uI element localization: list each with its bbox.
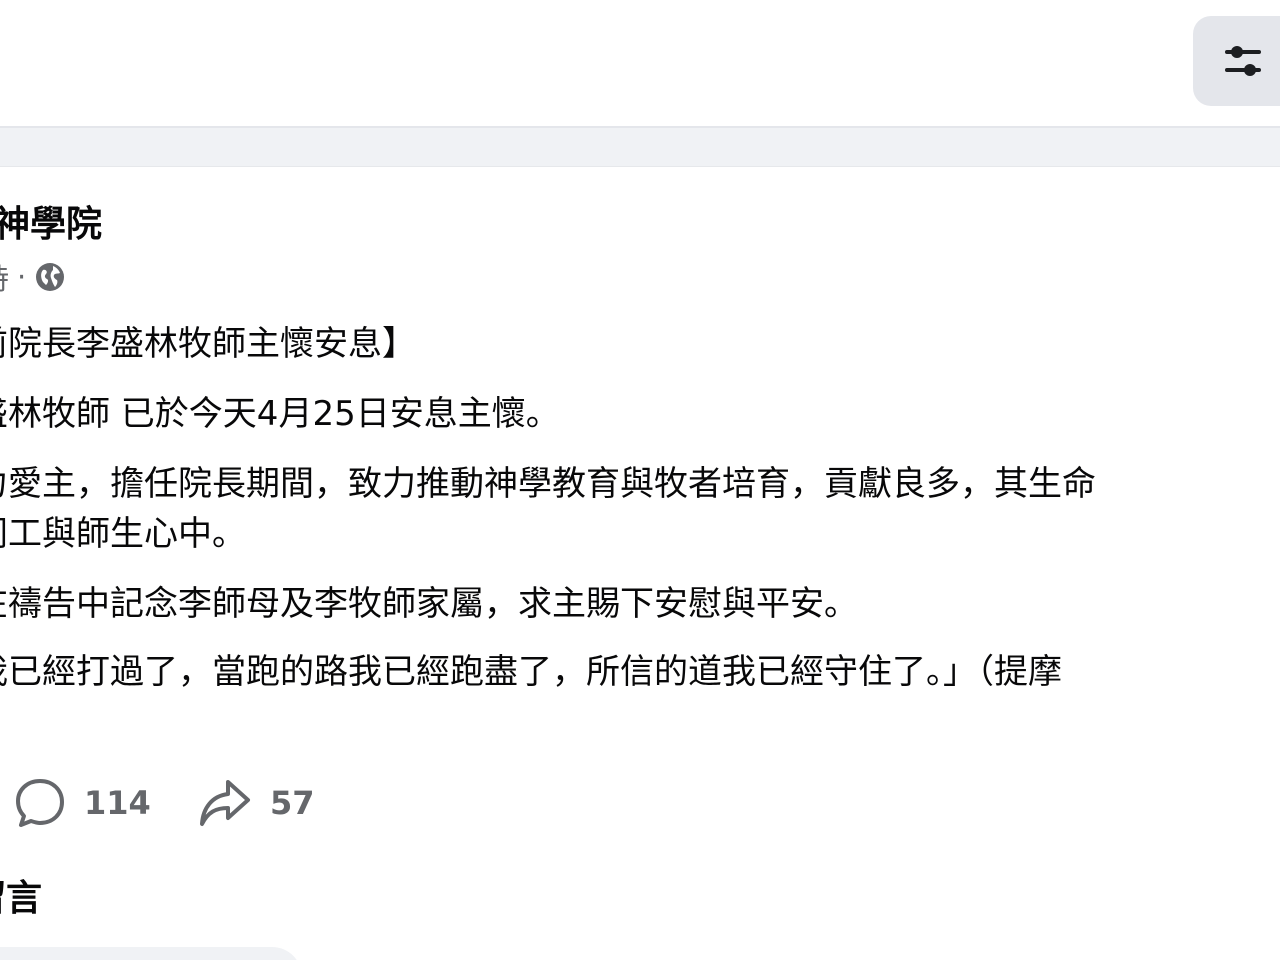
post-paragraph: 體在禱告中記念李師母及李牧師家屬，求主賜下安慰與平安。 xyxy=(0,584,858,624)
comments-count: 114 xyxy=(84,784,151,822)
share-arrow-icon xyxy=(200,780,250,826)
share-button[interactable]: 57 xyxy=(198,773,315,833)
filter-button[interactable] xyxy=(1193,16,1280,106)
post-meta: 時 · xyxy=(0,255,66,299)
feed-separator xyxy=(0,128,1280,167)
comment-button[interactable]: 114 xyxy=(14,773,151,833)
post-time[interactable]: 時 xyxy=(0,256,9,298)
meta-separator: · xyxy=(17,260,27,294)
top-bar xyxy=(0,0,1280,128)
shares-count: 57 xyxy=(270,784,315,822)
post: 院神學院 時 · 院前院長李盛林牧師主懷安息】 李盛林牧師 已於今天4月25日安… xyxy=(0,167,1280,960)
post-paragraph: 竭力愛主，擔任院長期間，致力推動神學教育與牧者培育，貢獻良多，其生命 xyxy=(0,464,1096,504)
post-paragraph: 李盛林牧師 已於今天4月25日安息主懷。 xyxy=(0,394,560,434)
comments-heading: 留言 xyxy=(0,878,43,919)
author-name[interactable]: 院神學院 xyxy=(0,203,102,247)
globe-icon xyxy=(36,263,65,291)
speech-bubble-icon xyxy=(16,779,64,827)
comment-input[interactable] xyxy=(0,947,302,960)
post-paragraph-continued: 於同工與師生心中。 xyxy=(0,514,246,554)
sliders-icon xyxy=(1225,46,1261,76)
post-paragraph: 仗我已經打過了，當跑的路我已經跑盡了，所信的道我已經守住了。」（提摩 xyxy=(0,652,1062,692)
post-title-line: 院前院長李盛林牧師主懷安息】 xyxy=(0,324,416,364)
